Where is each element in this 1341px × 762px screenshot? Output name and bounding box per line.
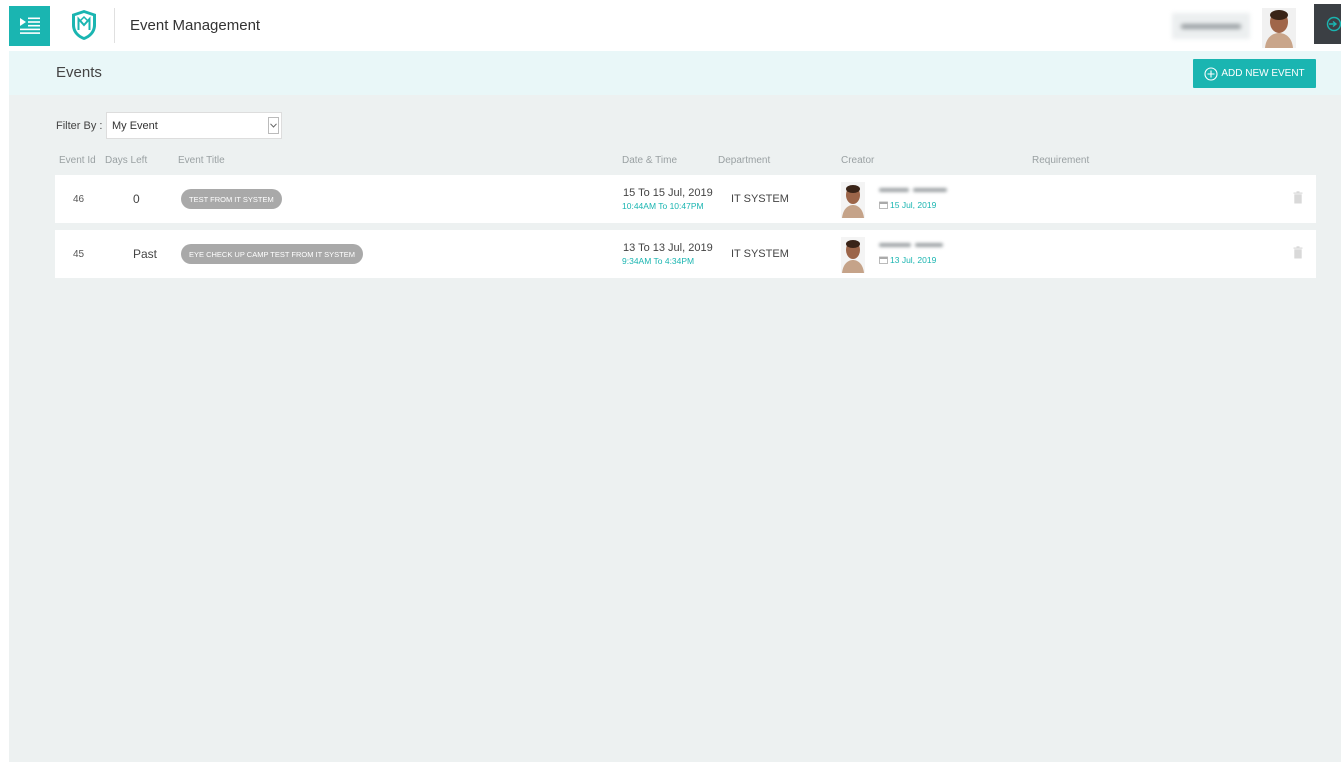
user-name[interactable]: [1172, 13, 1250, 39]
calendar-icon: [879, 256, 888, 264]
add-new-event-button[interactable]: ADD NEW EVENT: [1193, 59, 1316, 88]
plus-circle-icon: [1204, 66, 1218, 81]
logout-icon: [1326, 16, 1341, 32]
event-department: IT SYSTEM: [731, 248, 789, 260]
event-title-pill[interactable]: TEST FROM IT SYSTEM: [181, 189, 282, 209]
page-header: Events ADD NEW EVENT: [9, 51, 1341, 95]
delete-button[interactable]: [1293, 246, 1303, 259]
events-content: Filter By : My Event Event Id Days Left …: [9, 95, 1341, 762]
column-header-creator: Creator: [841, 155, 875, 166]
days-left: Past: [133, 247, 158, 261]
app-title: Event Management: [130, 17, 261, 34]
days-left: 0: [133, 192, 140, 206]
creator-name: [879, 241, 949, 249]
menu-toggle-button[interactable]: [9, 6, 50, 46]
creator-avatar: [841, 237, 865, 273]
column-header-event-title: Event Title: [178, 155, 225, 166]
top-bar: Event Management: [0, 0, 1341, 51]
filter-label: Filter By :: [56, 120, 103, 132]
table-row[interactable]: 45 Past EYE CHECK UP CAMP TEST FROM IT S…: [55, 230, 1316, 278]
event-title-pill[interactable]: EYE CHECK UP CAMP TEST FROM IT SYSTEM: [181, 244, 364, 264]
trash-icon: [1293, 191, 1303, 204]
user-avatar[interactable]: [1262, 8, 1296, 48]
trash-icon: [1293, 246, 1303, 259]
add-new-event-label: ADD NEW EVENT: [1221, 68, 1305, 79]
event-date: 15 To 15 Jul, 2019: [623, 187, 713, 199]
header-divider: [114, 8, 115, 43]
column-header-date-time: Date & Time: [622, 155, 678, 166]
created-date-text: 15 Jul, 2019: [890, 200, 937, 210]
column-header-event-id: Event Id: [59, 155, 96, 166]
menu-list-icon: [19, 17, 40, 34]
event-id: 45: [73, 249, 85, 260]
calendar-icon: [879, 201, 888, 209]
delete-button[interactable]: [1293, 191, 1303, 204]
column-header-requirement: Requirement: [1032, 155, 1090, 166]
page-title: Events: [56, 64, 102, 81]
event-department: IT SYSTEM: [731, 193, 789, 205]
column-header-department: Department: [718, 155, 771, 166]
shield-logo-icon: [72, 10, 96, 40]
logout-button[interactable]: [1314, 4, 1341, 44]
created-date-text: 13 Jul, 2019: [890, 255, 937, 265]
event-time: 9:34AM To 4:34PM: [622, 256, 695, 266]
event-time: 10:44AM To 10:47PM: [622, 201, 704, 211]
filter-select[interactable]: My Event: [106, 112, 282, 139]
creator-avatar: [841, 182, 865, 218]
event-id: 46: [73, 194, 85, 205]
creator-name: [879, 186, 949, 194]
left-edge: [0, 51, 9, 762]
created-date: 15 Jul, 2019: [879, 200, 936, 210]
chevron-down-icon: [268, 117, 279, 134]
column-header-days-left: Days Left: [105, 155, 148, 166]
event-date: 13 To 13 Jul, 2019: [623, 242, 713, 254]
filter-selected-value: My Event: [112, 120, 158, 132]
created-date: 13 Jul, 2019: [879, 255, 936, 265]
table-row[interactable]: 46 0 TEST FROM IT SYSTEM 15 To 15 Jul, 2…: [55, 175, 1316, 223]
